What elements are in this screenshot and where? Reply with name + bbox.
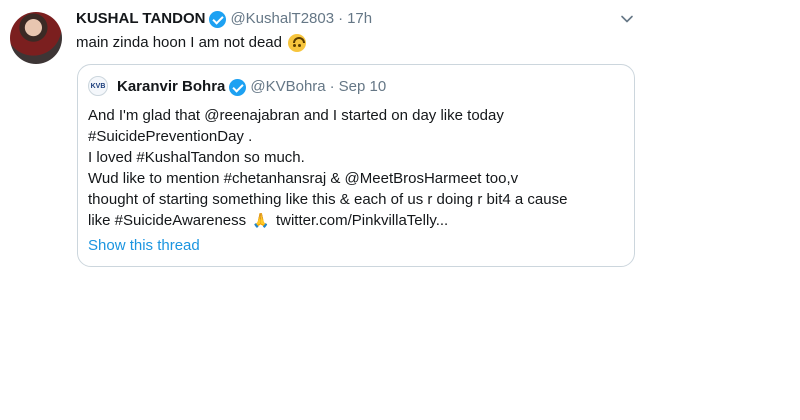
author-handle[interactable]: @KushalT2803 bbox=[230, 9, 334, 29]
author-avatar[interactable] bbox=[10, 12, 62, 64]
quoted-link[interactable]: twitter.com/PinkvillaTelly... bbox=[276, 212, 448, 229]
upside-down-face-icon bbox=[287, 34, 306, 52]
tweet-header: KUSHAL TANDON @KushalT2803 · 17h bbox=[76, 9, 372, 29]
quoted-text-line-last: like #SuicideAwareness 🙏 twitter.com/Pin… bbox=[88, 210, 628, 231]
quoted-tweet-date[interactable]: Sep 10 bbox=[339, 77, 387, 97]
folded-hands-icon: 🙏 bbox=[252, 212, 270, 228]
quoted-avatar-text: KVB bbox=[90, 82, 106, 90]
chevron-down-icon[interactable] bbox=[620, 12, 634, 26]
quoted-text-line: #SuicidePreventionDay . bbox=[88, 128, 253, 145]
quoted-author-handle[interactable]: @KVBohra bbox=[250, 77, 325, 97]
verified-badge-icon bbox=[229, 78, 247, 96]
quoted-tweet-text: And I'm glad that @reenajabran and I sta… bbox=[88, 105, 628, 231]
quoted-text-segment: like #SuicideAwareness bbox=[88, 212, 247, 229]
separator-dot: · bbox=[329, 78, 335, 95]
quoted-author-name[interactable]: Karanvir Bohra bbox=[117, 77, 225, 97]
quoted-text-line: And I'm glad that @reenajabran and I sta… bbox=[88, 107, 504, 124]
show-thread-link[interactable]: Show this thread bbox=[88, 236, 200, 256]
tweet-timestamp[interactable]: 17h bbox=[347, 9, 372, 29]
tweet-text: main zinda hoon I am not dead bbox=[76, 33, 306, 53]
author-name[interactable]: KUSHAL TANDON bbox=[76, 9, 205, 29]
quoted-text-line: thought of starting something like this … bbox=[88, 191, 568, 208]
separator-dot: · bbox=[338, 10, 344, 27]
quoted-text-line: Wud like to mention #chetanhansraj & @Me… bbox=[88, 170, 519, 187]
tweet-text-content: main zinda hoon I am not dead bbox=[76, 34, 282, 51]
quoted-tweet-header: Karanvir Bohra @KVBohra · Sep 10 bbox=[117, 77, 386, 97]
quoted-text-line: I loved #KushalTandon so much. bbox=[88, 149, 305, 166]
verified-badge-icon bbox=[209, 10, 227, 28]
quoted-author-avatar[interactable]: KVB bbox=[88, 76, 108, 96]
quoted-tweet-card[interactable]: KVB Karanvir Bohra @KVBohra · Sep 10 And… bbox=[77, 64, 635, 267]
